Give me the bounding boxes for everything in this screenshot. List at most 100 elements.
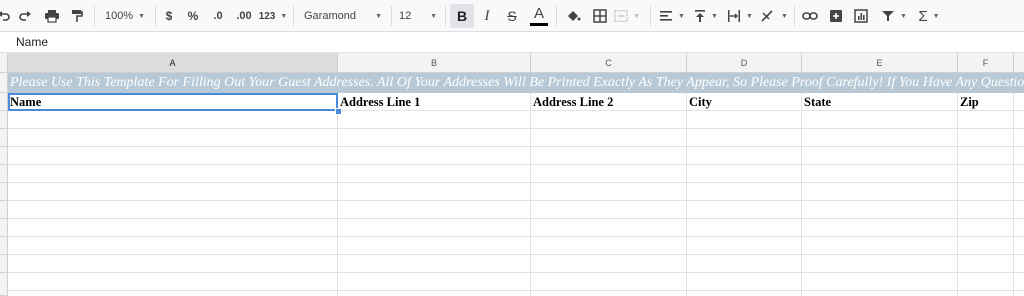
filter-icon bbox=[882, 11, 895, 21]
chevron-down-icon: ▼ bbox=[138, 12, 146, 20]
decrease-decimal-label: .0 bbox=[213, 10, 223, 22]
font-size-select[interactable]: 12 ▼ bbox=[394, 4, 442, 28]
increase-decimal-label: .00 bbox=[236, 10, 252, 22]
column-header-g[interactable] bbox=[1014, 53, 1024, 73]
formula-input[interactable]: Name bbox=[16, 35, 48, 49]
more-formats-label: 123 bbox=[258, 10, 276, 22]
toolbar-separator bbox=[155, 6, 156, 26]
row-header[interactable] bbox=[0, 183, 8, 201]
print-icon bbox=[45, 10, 59, 23]
more-formats-select[interactable]: 123 ▼ bbox=[258, 4, 288, 28]
toolbar-separator bbox=[391, 6, 392, 26]
row-header[interactable] bbox=[0, 147, 8, 165]
row-header[interactable] bbox=[0, 219, 8, 237]
redo-button[interactable] bbox=[14, 4, 36, 28]
sum-icon: Σ bbox=[918, 7, 928, 25]
column-header-c[interactable]: C bbox=[531, 53, 687, 73]
paint-format-button[interactable] bbox=[66, 4, 88, 28]
functions-button[interactable]: Σ ▼ bbox=[914, 4, 944, 28]
increase-decimal-button[interactable]: .00 bbox=[233, 4, 255, 28]
text-color-label: A bbox=[533, 5, 544, 22]
toolbar: 100% ▼ $ % .0 .00 123 ▼ Garamond ▼ 12 ▼ B I … bbox=[0, 0, 1024, 32]
print-button[interactable] bbox=[40, 4, 64, 28]
text-color-swatch bbox=[530, 23, 548, 26]
row-header[interactable] bbox=[0, 73, 8, 93]
undo-icon bbox=[0, 11, 10, 21]
chevron-down-icon: ▼ bbox=[781, 12, 788, 20]
gridline bbox=[8, 164, 1024, 165]
row-header[interactable] bbox=[0, 93, 8, 111]
borders-icon bbox=[593, 9, 607, 23]
row-header[interactable] bbox=[0, 201, 8, 219]
row-header[interactable] bbox=[0, 111, 8, 129]
bold-button[interactable]: B bbox=[450, 4, 474, 28]
fill-handle[interactable] bbox=[335, 108, 342, 115]
font-family-value: Garamond bbox=[304, 10, 356, 22]
filter-button[interactable]: ▼ bbox=[876, 4, 912, 28]
toolbar-separator bbox=[650, 6, 651, 26]
toolbar-separator bbox=[556, 6, 557, 26]
paint-format-icon bbox=[72, 10, 83, 22]
gridline bbox=[8, 146, 1024, 147]
gridline bbox=[8, 218, 1024, 219]
gridline bbox=[8, 200, 1024, 201]
column-header-a[interactable]: A bbox=[8, 53, 338, 73]
text-rotation-button[interactable]: ▼ bbox=[758, 4, 790, 28]
horizontal-align-button[interactable]: ▼ bbox=[658, 4, 686, 28]
row-header[interactable] bbox=[0, 237, 8, 255]
column-header-d[interactable]: D bbox=[687, 53, 802, 73]
merge-cells-button[interactable]: ▼ bbox=[614, 4, 640, 28]
header-cell-address-line-1[interactable]: Address Line 1 bbox=[338, 93, 530, 111]
fill-color-button[interactable] bbox=[562, 4, 584, 28]
gridline bbox=[8, 272, 1024, 273]
row-header[interactable] bbox=[0, 255, 8, 273]
text-color-button[interactable]: A bbox=[527, 4, 551, 28]
gridline bbox=[8, 182, 1024, 183]
gridline bbox=[1013, 73, 1014, 296]
italic-button[interactable]: I bbox=[477, 4, 497, 28]
text-wrap-icon bbox=[728, 10, 741, 22]
row-header[interactable] bbox=[0, 165, 8, 183]
gridline bbox=[8, 236, 1024, 237]
instructions-banner-cell[interactable]: Please Use This Template For Filling Out… bbox=[8, 73, 1024, 93]
formula-bar[interactable]: Name bbox=[0, 32, 1024, 53]
font-family-select[interactable]: Garamond ▼ bbox=[298, 4, 388, 28]
currency-format-button[interactable]: $ bbox=[160, 4, 178, 28]
text-wrapping-button[interactable]: ▼ bbox=[726, 4, 754, 28]
undo-button[interactable] bbox=[0, 4, 14, 28]
row-header[interactable] bbox=[0, 273, 8, 296]
decrease-decimal-button[interactable]: .0 bbox=[207, 4, 229, 28]
font-size-value: 12 bbox=[399, 10, 412, 22]
active-cell-selection bbox=[8, 93, 338, 111]
column-header-f[interactable]: F bbox=[958, 53, 1014, 73]
header-cell-city[interactable]: City bbox=[687, 93, 801, 111]
row-header[interactable] bbox=[0, 129, 8, 147]
zoom-select[interactable]: 100% ▼ bbox=[100, 4, 150, 28]
borders-button[interactable] bbox=[588, 4, 612, 28]
insert-comment-button[interactable] bbox=[825, 4, 847, 28]
strikethrough-button[interactable]: S bbox=[501, 4, 523, 28]
percent-format-button[interactable]: % bbox=[183, 4, 203, 28]
header-cell-address-line-2[interactable]: Address Line 2 bbox=[531, 93, 686, 111]
chevron-down-icon: ▼ bbox=[711, 12, 718, 20]
header-cell-state[interactable]: State bbox=[802, 93, 957, 111]
gridline bbox=[8, 254, 1024, 255]
add-comment-icon bbox=[830, 10, 842, 22]
chevron-down-icon: ▼ bbox=[633, 12, 640, 20]
column-header-b[interactable]: B bbox=[338, 53, 531, 73]
cell-grid[interactable]: Please Use This Template For Filling Out… bbox=[8, 73, 1024, 296]
column-header-e[interactable]: E bbox=[802, 53, 958, 73]
toolbar-separator bbox=[794, 6, 795, 26]
insert-link-button[interactable] bbox=[799, 4, 821, 28]
link-icon bbox=[802, 12, 818, 20]
align-left-icon bbox=[660, 11, 673, 21]
select-all-corner[interactable] bbox=[0, 53, 8, 73]
header-cell-zip[interactable]: Zip bbox=[958, 93, 1013, 111]
chevron-down-icon: ▼ bbox=[932, 12, 940, 20]
chevron-down-icon: ▼ bbox=[375, 12, 382, 20]
insert-chart-button[interactable] bbox=[850, 4, 872, 28]
vertical-align-button[interactable]: ▼ bbox=[692, 4, 720, 28]
chevron-down-icon: ▼ bbox=[900, 12, 907, 20]
chevron-down-icon: ▼ bbox=[280, 12, 288, 20]
paint-bucket-icon bbox=[567, 11, 580, 21]
